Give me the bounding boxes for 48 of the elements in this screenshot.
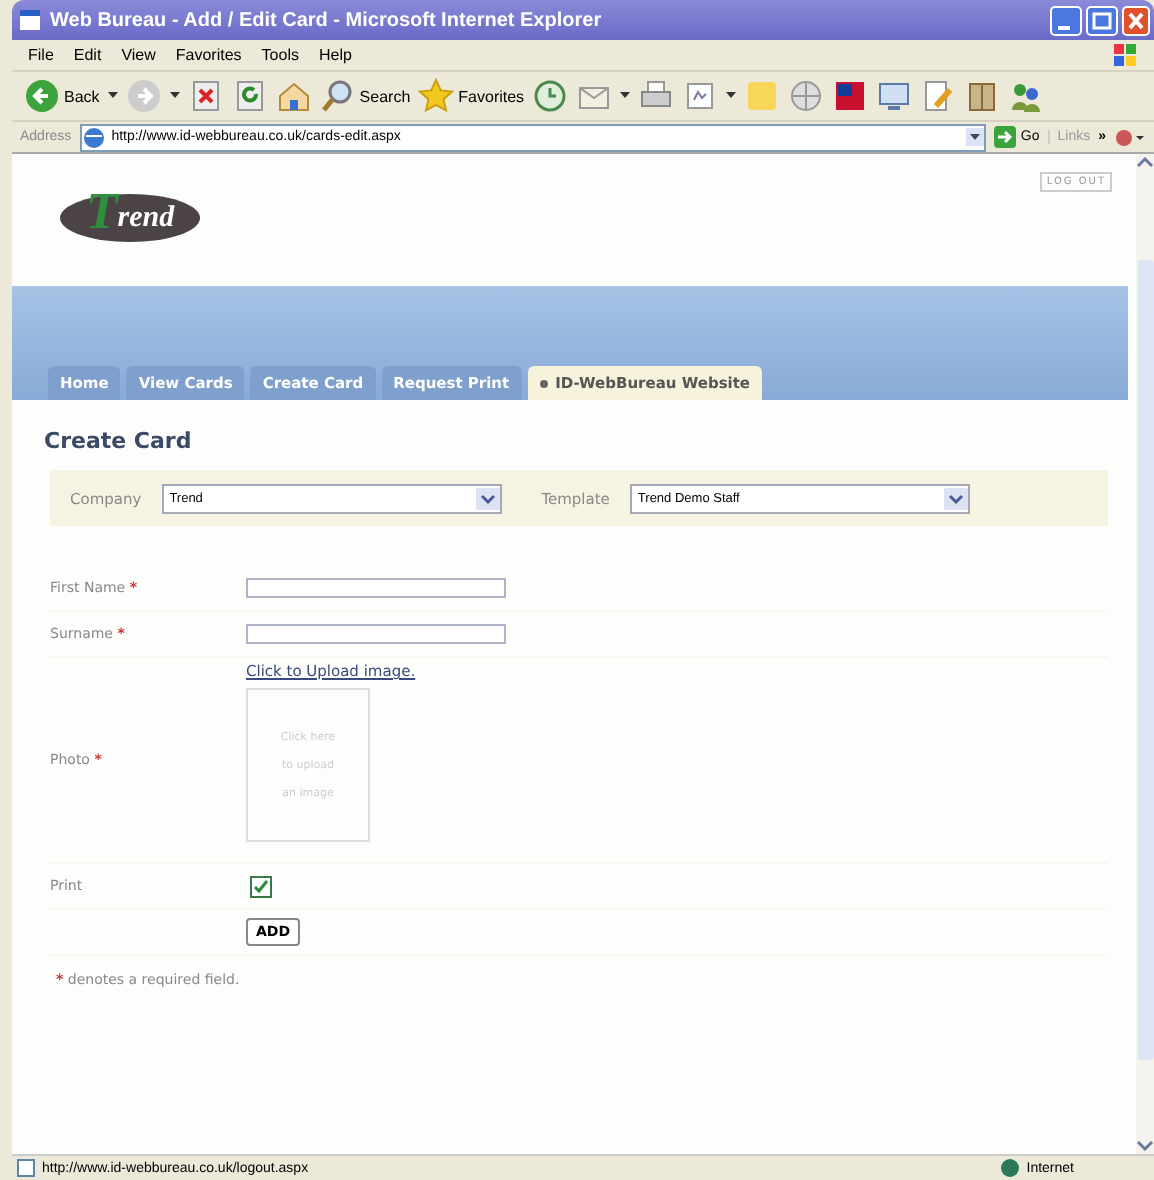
dropdown-arrow-icon[interactable] bbox=[620, 92, 631, 100]
scroll-down-icon[interactable] bbox=[1136, 1136, 1154, 1154]
dropdown-arrow-icon[interactable] bbox=[966, 128, 985, 146]
dropdown-arrow-icon[interactable] bbox=[726, 92, 737, 100]
logo[interactable]: Trend bbox=[60, 194, 200, 242]
book-icon[interactable] bbox=[964, 78, 1001, 114]
toolbar-addon-icon[interactable] bbox=[1114, 125, 1146, 149]
page-icon bbox=[16, 1158, 36, 1178]
toolbar-button[interactable]: Favorites bbox=[418, 78, 525, 114]
page-icon bbox=[81, 125, 106, 149]
toolbar-button[interactable]: Back bbox=[24, 78, 100, 114]
scrollbar[interactable] bbox=[1136, 154, 1154, 1154]
dropdown-arrow-icon[interactable] bbox=[169, 92, 180, 100]
dropdown-arrow-icon bbox=[943, 487, 968, 509]
people-icon[interactable] bbox=[1008, 78, 1045, 114]
app-icon bbox=[18, 8, 42, 32]
text-field[interactable] bbox=[246, 578, 506, 598]
monitor-icon[interactable] bbox=[876, 78, 913, 114]
dropdown-arrow-icon[interactable] bbox=[107, 92, 118, 100]
menu-item[interactable]: File bbox=[28, 46, 54, 64]
search-icon bbox=[319, 78, 356, 114]
clock-icon[interactable] bbox=[532, 78, 569, 114]
toolbar-button[interactable]: Search bbox=[319, 78, 411, 114]
maximize-icon[interactable] bbox=[1086, 5, 1118, 35]
scroll-up-icon[interactable] bbox=[1136, 154, 1154, 172]
dropdown-arrow-icon bbox=[475, 487, 500, 509]
back-icon bbox=[24, 78, 60, 114]
star-icon bbox=[418, 78, 455, 114]
checkbox[interactable] bbox=[250, 875, 272, 897]
page-pencil-icon[interactable] bbox=[920, 78, 957, 114]
menu-item[interactable]: View bbox=[121, 46, 156, 64]
go-arrow-icon bbox=[994, 126, 1017, 148]
text-field[interactable] bbox=[246, 624, 506, 644]
menu-item[interactable]: Help bbox=[318, 46, 352, 64]
menu-item[interactable]: Edit bbox=[73, 46, 102, 64]
menu-item[interactable]: Tools bbox=[261, 46, 299, 64]
windows-logo-icon bbox=[1114, 43, 1138, 67]
minimize-icon[interactable] bbox=[1050, 5, 1082, 35]
window-title: Web Bureau - Add / Edit Card - Microsoft Internet Explorer bbox=[50, 9, 604, 31]
stop-icon[interactable] bbox=[187, 78, 224, 114]
home-icon[interactable] bbox=[275, 78, 312, 114]
flag-icon[interactable] bbox=[832, 78, 869, 114]
globe-icon bbox=[1000, 1158, 1021, 1178]
close-icon[interactable] bbox=[1122, 5, 1150, 35]
scroll-thumb[interactable] bbox=[1137, 260, 1153, 1060]
refresh-icon[interactable] bbox=[231, 78, 268, 114]
menu-item[interactable]: Favorites bbox=[175, 46, 242, 64]
page-heading: Create Card bbox=[42, 426, 194, 458]
